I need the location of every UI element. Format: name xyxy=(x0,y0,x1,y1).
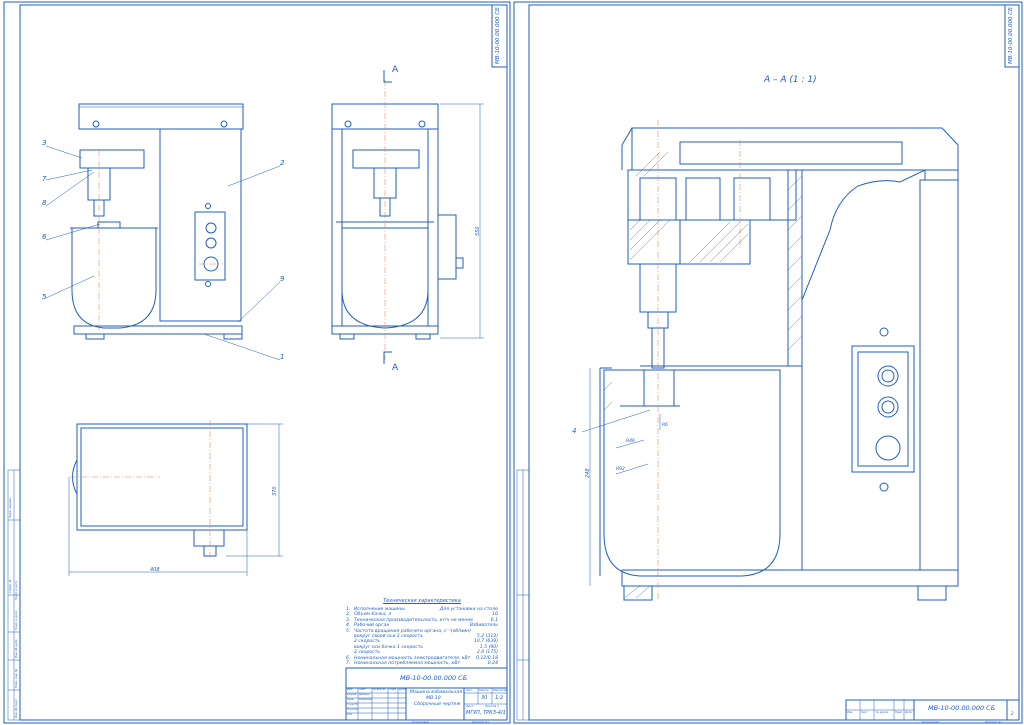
left-title-col-lit: Лит. xyxy=(466,688,473,692)
spec-label: 2 скорость xyxy=(354,650,381,656)
spec-value: 10 xyxy=(492,612,498,618)
spec-value: 2,9 (175) xyxy=(476,650,498,656)
right-title-designation: МВ-10-00.00.000 СБ xyxy=(928,704,996,712)
specs-block: Техническая характеристика 1. Исполнение … xyxy=(346,598,498,666)
dim-r6: R6 xyxy=(662,423,668,428)
strip-7: Инв. № подл. xyxy=(14,698,18,718)
dim-r92: R92 xyxy=(616,467,625,472)
spec-number: 4. xyxy=(346,623,351,629)
spec-value: 0,12/0,18 xyxy=(475,655,498,661)
spec-label: вокруг оси бачка 1 скорость xyxy=(354,644,424,650)
drawing-canvas xyxy=(3,1,1023,724)
side-view xyxy=(331,70,484,364)
left-title-name-3: Сборочный чертеж xyxy=(414,702,461,707)
left-title-mass: 30 xyxy=(481,695,488,701)
left-sign-head: Изм. xyxy=(347,688,354,691)
left-title-col-mass: Масса xyxy=(479,688,489,692)
callout-7: 7 xyxy=(42,175,47,183)
callout-1: 1 xyxy=(280,353,285,361)
right-sign-head-izm: Изм. xyxy=(847,711,854,714)
right-sign-head-date: Дата xyxy=(905,711,912,714)
strip-6: Подп. и дата xyxy=(14,580,18,600)
left-stamp-code: МВ-10-00.00.000 СБ xyxy=(495,7,501,64)
dim-depth: 370 xyxy=(272,486,278,496)
spec-number: 2. xyxy=(346,612,351,618)
spec-label: Частота вращения рабочего органа, с⁻¹(об… xyxy=(354,628,472,634)
right-copied: Копировал xyxy=(922,720,940,724)
spec-value: 1,5 (90) xyxy=(479,644,498,650)
spec-number: 7. xyxy=(346,660,351,666)
left-sign-name-1: Демина xyxy=(359,693,370,696)
left-sign-name-2: Бобровой xyxy=(359,698,373,701)
left-sign-row-appr: Утв. xyxy=(347,713,353,716)
view-label-top: А xyxy=(392,65,399,75)
section-view xyxy=(581,120,959,601)
right-stamp-code: МВ-10-00.00.000 СБ xyxy=(1008,7,1014,64)
left-sign-row-check: Пров. xyxy=(347,698,355,701)
spec-label: Рабочий орган xyxy=(354,623,390,629)
left-title-col-scale: Масштаб xyxy=(493,688,508,692)
left-sign-head-doc: № докум. xyxy=(373,688,386,691)
specs-title: Техническая характеристика xyxy=(383,598,461,604)
strip-4: Инв. № дубл. xyxy=(14,638,18,658)
left-sign-row-dev: Разраб. xyxy=(347,693,358,696)
dim-width: 408 xyxy=(150,567,160,573)
spec-value: 0,24 xyxy=(487,660,498,666)
left-format: Формат А1 xyxy=(472,720,490,724)
left-sign-head-date: Дата xyxy=(399,688,406,691)
top-view xyxy=(68,420,283,576)
right-callout-4: 4 xyxy=(572,427,577,435)
left-sign-row-tcontr: Т.контр. xyxy=(347,703,359,706)
spec-value: 10,7 (639) xyxy=(473,639,498,645)
spec-value: Для установки на столе xyxy=(439,607,498,612)
front-view xyxy=(70,103,244,340)
strip-2: Справ. № xyxy=(8,579,12,593)
spec-row: 7. Номинальная потребляемая мощность, кВт… xyxy=(346,661,498,666)
callout-9: 9 xyxy=(280,275,285,283)
spec-label: Номинальная мощность электродвигателя, к… xyxy=(354,655,471,661)
left-title-sheets: Листов 1 xyxy=(485,704,500,708)
spec-label: Номинальная потребляемая мощность, кВт xyxy=(354,660,461,666)
dim-r46: R46 xyxy=(626,439,635,444)
callout-3: 3 xyxy=(42,139,47,147)
left-sign-head-sign: Подп. xyxy=(389,688,397,691)
left-title-scale: 1:2 xyxy=(495,695,504,701)
spec-number: 5. xyxy=(346,628,351,634)
strip-5: Взам. инв. № xyxy=(14,669,18,688)
right-sign-head-list: Лист xyxy=(861,711,868,714)
left-title-name-1: Машина взбивальная xyxy=(410,690,462,695)
strip-3: Подп. и дата xyxy=(14,610,18,630)
left-title-sheet: Лист xyxy=(466,704,474,708)
left-copied: Копировал xyxy=(412,720,430,724)
section-title: А – А (1 : 1) xyxy=(764,75,817,85)
strip-1: Перв. примен. xyxy=(8,497,12,518)
spec-number: 6. xyxy=(346,655,351,661)
specs-rows: 1. Исполнение машины Для установки на стол… xyxy=(346,607,498,666)
callout-2: 2 xyxy=(280,159,285,167)
view-label-bottom: А xyxy=(392,363,399,373)
dim-248: 248 xyxy=(585,468,591,478)
right-format: Формат А1 xyxy=(985,720,1003,724)
left-sign-row-ncontr: Н.контр. xyxy=(347,708,359,711)
leader-lines xyxy=(45,145,281,361)
dim-height: 550 xyxy=(475,226,481,236)
spec-label: Объем бачка, л xyxy=(354,612,392,618)
spec-label: 2 скорость xyxy=(354,639,381,645)
callout-5: 5 xyxy=(42,293,47,301)
left-title-designation: МВ-10-00.00.000 СБ xyxy=(400,674,468,682)
right-sheet-frame xyxy=(513,1,1023,724)
right-title-sheet: 2 xyxy=(1011,711,1014,716)
left-title-name-2: МВ-10 xyxy=(426,696,441,701)
left-title-org: МГУП, ТРКЗ-4/1 xyxy=(466,710,506,716)
right-sign-head-sign: Подп. xyxy=(895,711,903,714)
callout-8: 8 xyxy=(42,199,47,207)
callout-6: 6 xyxy=(42,233,47,241)
right-sign-head-doc: № докум. xyxy=(876,711,889,714)
left-sign-head-list: Лист xyxy=(359,688,366,691)
spec-value: Взбиватель xyxy=(469,623,498,629)
